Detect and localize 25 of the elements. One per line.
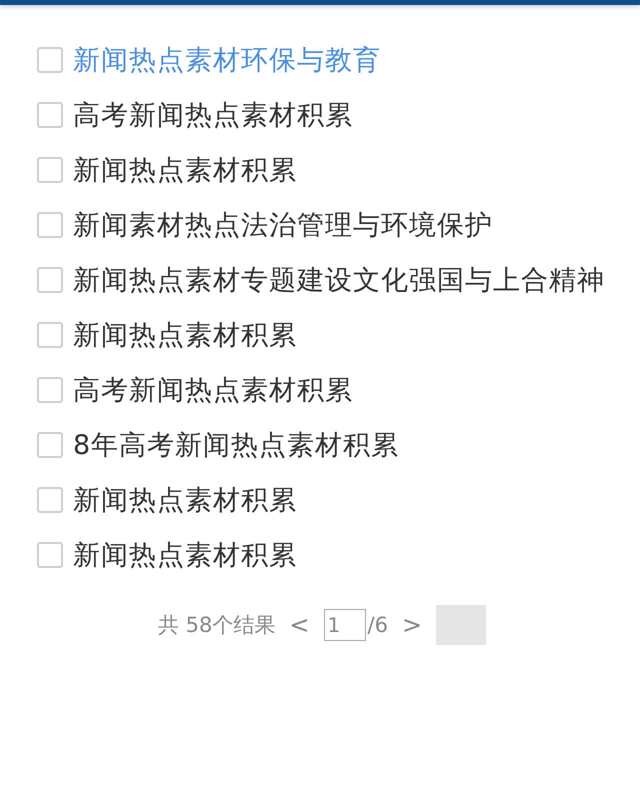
- checkbox[interactable]: [37, 156, 63, 182]
- list-item[interactable]: 新闻热点素材积累: [73, 482, 297, 518]
- page-input[interactable]: 1: [324, 609, 366, 641]
- page-total: /6: [368, 613, 388, 637]
- checkbox[interactable]: [37, 322, 63, 348]
- list-item[interactable]: 新闻热点素材积累: [73, 152, 297, 188]
- checkbox[interactable]: [37, 102, 63, 128]
- list-item[interactable]: 新闻热点素材积累: [73, 536, 297, 572]
- checkbox[interactable]: [37, 486, 63, 512]
- list-item[interactable]: 新闻热点素材积累: [73, 316, 297, 352]
- list-item[interactable]: 高考新闻热点素材积累: [73, 96, 353, 132]
- checkbox[interactable]: [37, 46, 63, 72]
- checkbox[interactable]: [37, 212, 63, 238]
- checkbox[interactable]: [37, 376, 63, 402]
- previous-page-button[interactable]: <: [285, 611, 314, 639]
- result-count: 共 58个结果: [158, 612, 276, 639]
- checkbox[interactable]: [37, 266, 63, 292]
- next-page-button[interactable]: >: [398, 611, 426, 639]
- list-item[interactable]: 高考新闻热点素材积累: [73, 372, 353, 408]
- go-button[interactable]: [436, 605, 486, 645]
- list-item[interactable]: 新闻素材热点法治管理与环境保护: [73, 206, 493, 242]
- checkbox[interactable]: [37, 542, 63, 568]
- checkbox[interactable]: [37, 432, 63, 458]
- list-item[interactable]: 新闻热点素材专题建设文化强国与上合精神: [73, 262, 605, 298]
- list-item[interactable]: 8年高考新闻热点素材积累: [73, 426, 400, 462]
